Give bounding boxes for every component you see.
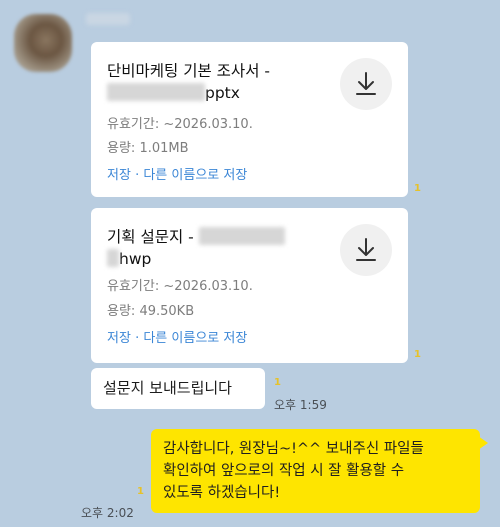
file-extension: pptx xyxy=(205,84,240,102)
download-icon xyxy=(356,72,376,95)
save-as-link[interactable]: 다른 이름으로 저장 xyxy=(143,168,247,183)
message-time: 오후 2:02 xyxy=(81,506,134,520)
redacted-filename xyxy=(107,83,205,101)
file-expiry: 유효기간: ~2026.03.10. xyxy=(107,117,253,132)
sender-name xyxy=(86,13,130,25)
unread-count: 1 xyxy=(274,377,281,388)
file-name: 기획 설문지 - hwp xyxy=(107,226,337,270)
unread-count: 1 xyxy=(137,486,144,497)
file-expiry: 유효기간: ~2026.03.10. xyxy=(107,279,253,294)
download-button[interactable] xyxy=(340,224,392,276)
outgoing-message-text: 감사합니다, 원장님~!^^ 보내주신 파일들 확인하여 앞으로의 작업 시 잘… xyxy=(163,441,424,501)
file-card-hwp[interactable]: 기획 설문지 - hwp 유효기간: ~2026.03.10. 용량: 49.5… xyxy=(91,208,408,363)
unread-count: 1 xyxy=(414,349,421,360)
outgoing-message-bubble[interactable]: 감사합니다, 원장님~!^^ 보내주신 파일들 확인하여 앞으로의 작업 시 잘… xyxy=(151,429,480,513)
save-as-link[interactable]: 다른 이름으로 저장 xyxy=(143,331,247,346)
file-name: 단비마케팅 기본 조사서 - pptx xyxy=(107,62,270,102)
save-link[interactable]: 저장 xyxy=(107,331,131,346)
separator: · xyxy=(135,168,140,183)
file-extension: hwp xyxy=(119,250,152,268)
bubble-tail xyxy=(478,436,488,450)
separator: · xyxy=(135,331,140,346)
file-size: 용량: 49.50KB xyxy=(107,304,195,319)
file-size: 용량: 1.01MB xyxy=(107,141,189,156)
save-link[interactable]: 저장 xyxy=(107,168,131,183)
file-actions: 저장 · 다른 이름으로 저장 xyxy=(107,164,247,183)
unread-count: 1 xyxy=(414,183,421,194)
file-actions: 저장 · 다른 이름으로 저장 xyxy=(107,327,247,346)
file-card-pptx[interactable]: 단비마케팅 기본 조사서 - pptx 유효기간: ~2026.03.10. 용… xyxy=(91,42,408,197)
redacted-filename xyxy=(198,227,285,245)
incoming-message-bubble[interactable]: 설문지 보내드립니다 xyxy=(91,368,265,409)
download-button[interactable] xyxy=(340,58,392,110)
redacted-filename xyxy=(107,249,119,267)
message-time: 오후 1:59 xyxy=(274,398,327,412)
download-icon xyxy=(356,238,376,261)
sender-avatar[interactable] xyxy=(14,14,72,72)
